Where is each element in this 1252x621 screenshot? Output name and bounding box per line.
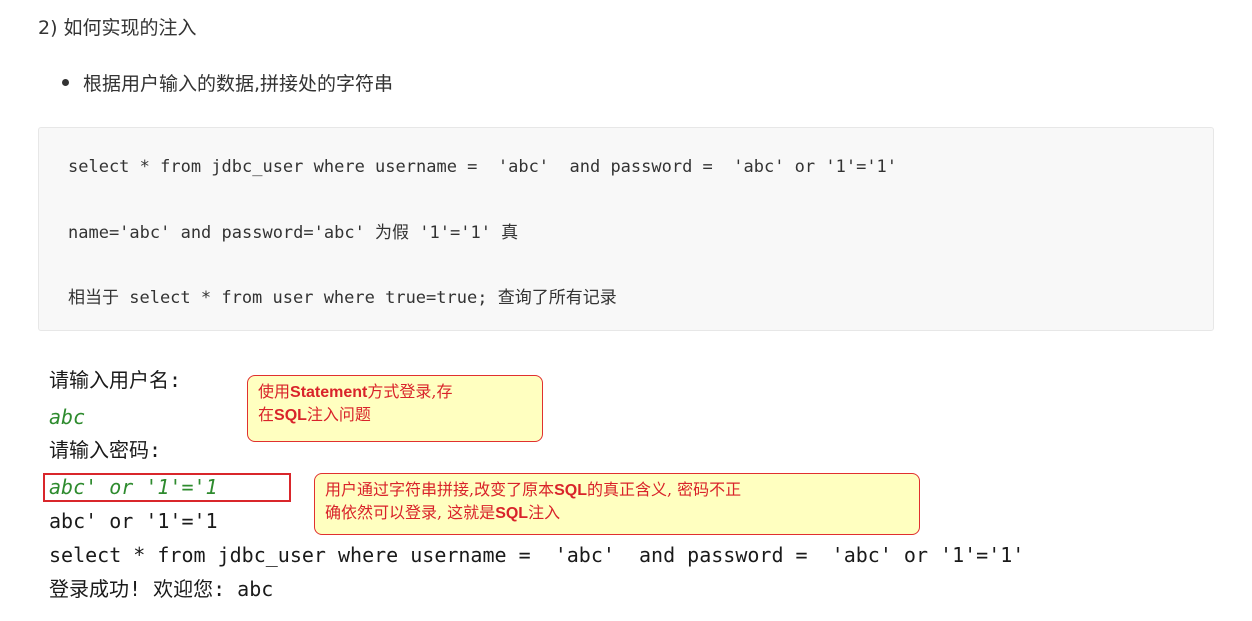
console-username-input: abc: [49, 405, 86, 429]
callout-text: 确依然可以登录, 这就是: [325, 503, 496, 522]
callout-text: 方式登录,存: [367, 382, 453, 401]
callout-text: 使用: [258, 382, 291, 401]
console-prompt-password: 请输入密码:: [49, 438, 162, 462]
console-sql-output: select * from jdbc_user where username =…: [49, 543, 1025, 567]
callout-keyword: SQL: [495, 505, 529, 522]
code-block: select * from jdbc_user where username =…: [38, 127, 1214, 331]
code-line-explanation: name='abc' and password='abc' 为假 '1'='1'…: [68, 223, 519, 243]
bullet-item: 根据用户输入的数据,拼接处的字符串: [62, 70, 393, 98]
password-highlight-box: [43, 473, 291, 502]
callout-concat-note: 用户通过字符串拼接,改变了原本SQL的真正含义, 密码不正 确依然可以登录, 这就…: [314, 473, 920, 535]
callout-statement-note: 使用Statement方式登录,存在SQL注入问题: [247, 375, 543, 442]
callout-keyword: Statement: [290, 384, 368, 401]
section-heading: 2) 如何实现的注入: [38, 17, 197, 39]
callout-text: 注入问题: [306, 405, 371, 424]
callout-keyword: SQL: [554, 482, 587, 499]
console-login-result: 登录成功! 欢迎您: abc: [49, 577, 274, 601]
bullet-text: 根据用户输入的数据,拼接处的字符串: [83, 73, 394, 95]
console-prompt-username: 请输入用户名:: [49, 368, 182, 392]
callout-keyword: SQL: [274, 407, 307, 424]
callout-text: 用户通过字符串拼接,改变了原本: [325, 480, 555, 499]
console-password-echo: abc' or '1'='1: [49, 509, 218, 533]
code-line-query: select * from jdbc_user where username =…: [68, 157, 898, 177]
code-line-equivalent: 相当于 select * from user where true=true; …: [68, 288, 617, 308]
callout-text: 的真正含义, 密码不正: [586, 480, 742, 499]
callout-text: 在: [258, 405, 275, 424]
bullet-dot-icon: [62, 79, 69, 86]
callout-text: 注入: [528, 503, 561, 522]
